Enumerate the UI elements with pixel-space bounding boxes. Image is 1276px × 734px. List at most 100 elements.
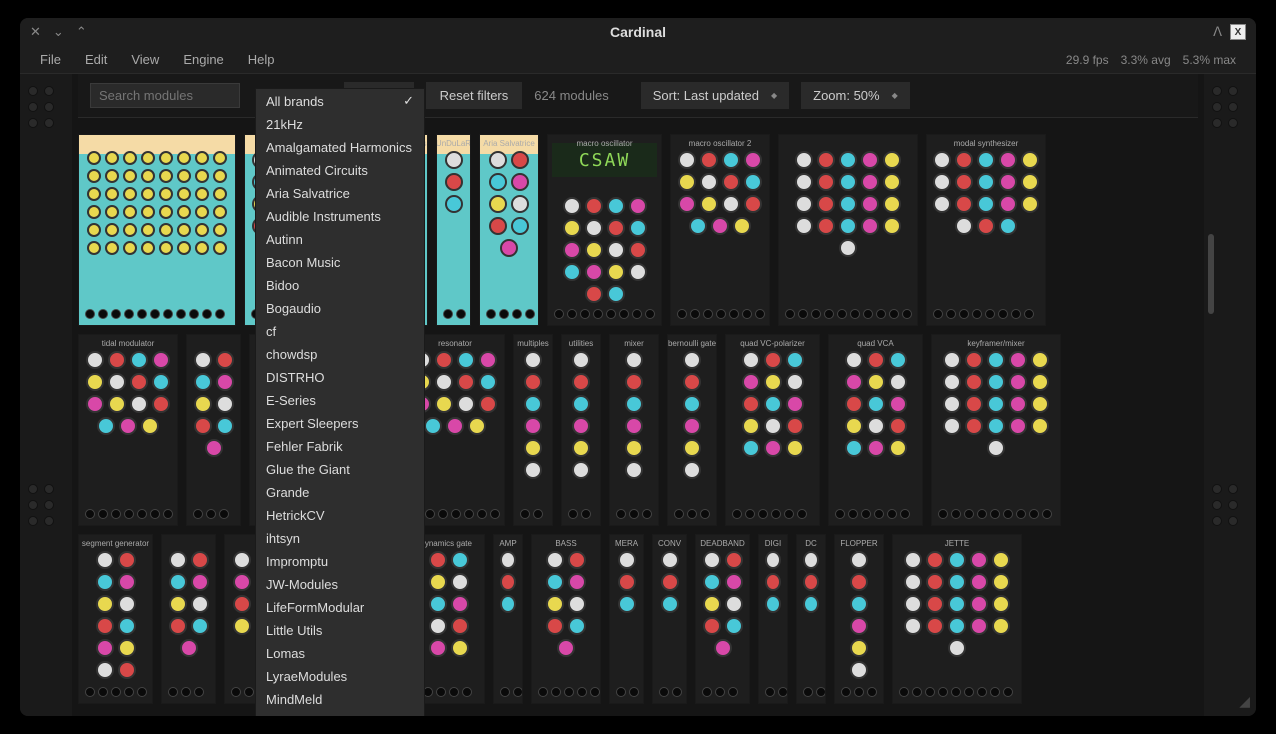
modules-grid: PokiesGrabbyRotatoesUnDuLaRAria Salvatri… (20, 122, 1256, 716)
performance-stats: 29.9 fps 3.3% avg 5.3% max (1066, 53, 1236, 67)
brand-option[interactable]: Grande (256, 481, 424, 504)
menu-view[interactable]: View (131, 52, 159, 67)
brand-option[interactable]: cf (256, 320, 424, 343)
brand-dropdown-menu: All brands21kHzAmalgamated HarmonicsAnim… (255, 88, 425, 716)
brand-option[interactable]: 21kHz (256, 113, 424, 136)
brand-option[interactable]: Little Utils (256, 619, 424, 642)
search-input[interactable] (90, 83, 240, 108)
brand-option[interactable]: JW-Modules (256, 573, 424, 596)
module-card[interactable]: MERA (609, 534, 644, 704)
brand-option[interactable]: Bogaudio (256, 297, 424, 320)
module-card[interactable]: UnDuLaR (436, 134, 471, 326)
brand-option[interactable]: chowdsp (256, 343, 424, 366)
module-label: DEADBAND (700, 539, 744, 548)
brand-option[interactable]: Audible Instruments (256, 205, 424, 228)
menu-help[interactable]: Help (248, 52, 275, 67)
titlebar: ✕ ⌄ ⌃ Cardinal ᐱ X (20, 18, 1256, 46)
module-card[interactable]: utilities (561, 334, 601, 526)
module-count: 624 modules (534, 88, 608, 103)
module-card[interactable] (186, 334, 241, 526)
module-label: quad VCA (857, 339, 893, 348)
vertical-scrollbar[interactable] (1208, 234, 1214, 314)
brand-option[interactable]: Bacon Music (256, 251, 424, 274)
module-card[interactable]: quad VC-polarizer (725, 334, 820, 526)
brand-option[interactable]: E-Series (256, 389, 424, 412)
brand-option[interactable]: All brands (256, 89, 424, 113)
oscillator-display: CSAW (579, 150, 630, 171)
module-card[interactable]: Aria Salvatrice (479, 134, 539, 326)
module-label: AMP (499, 539, 516, 548)
module-card[interactable]: AMP (493, 534, 523, 704)
browser-toolbar: Tags Reset filters 624 modules Sort: Las… (78, 74, 1198, 118)
module-label: CONV (658, 539, 681, 548)
window-chevrons-icon[interactable]: ᐱ (1213, 24, 1222, 40)
brand-option[interactable]: Animated Circuits (256, 159, 424, 182)
window-maximize-icon[interactable]: ⌃ (76, 24, 87, 40)
resize-grip-icon[interactable]: ◢ (1239, 693, 1250, 710)
xorg-icon[interactable]: X (1230, 24, 1246, 40)
module-label: quad VC-polarizer (740, 339, 804, 348)
module-label: FLOPPER (840, 539, 877, 548)
module-label: BASS (555, 539, 576, 548)
brand-option[interactable]: Impromptu (256, 550, 424, 573)
window-minimize-icon[interactable]: ⌄ (53, 24, 64, 40)
brand-option[interactable]: Glue the Giant (256, 458, 424, 481)
module-card[interactable] (161, 534, 216, 704)
module-card[interactable]: tidal modulator (78, 334, 178, 526)
module-label: Aria Salvatrice (483, 139, 535, 148)
brand-option[interactable]: Expert Sleepers (256, 412, 424, 435)
module-card[interactable] (778, 134, 918, 326)
module-card[interactable]: bernoulli gate (667, 334, 717, 526)
brand-option[interactable]: Amalgamated Harmonics (256, 136, 424, 159)
module-label: modal synthesizer (954, 139, 1018, 148)
window-close-icon[interactable]: ✕ (30, 24, 41, 40)
sort-dropdown[interactable]: Sort: Last updated (641, 82, 789, 109)
module-card[interactable]: multiples (513, 334, 553, 526)
max-stat: 5.3% max (1183, 53, 1236, 67)
module-card[interactable]: DIGI (758, 534, 788, 704)
content-area: Tags Reset filters 624 modules Sort: Las… (20, 74, 1256, 716)
brand-option[interactable]: LifeFormModular (256, 596, 424, 619)
module-card[interactable]: macro oscillator CSAW (547, 134, 662, 326)
brand-option[interactable]: Mog (256, 711, 424, 716)
module-card[interactable]: macro oscillator 2 (670, 134, 770, 326)
module-label: keyframer/mixer (967, 339, 1024, 348)
module-card[interactable]: mixer (609, 334, 659, 526)
module-card[interactable]: DC (796, 534, 826, 704)
module-card[interactable]: quad VCA (828, 334, 923, 526)
main-window: ✕ ⌄ ⌃ Cardinal ᐱ X File Edit View Engine… (20, 18, 1256, 716)
menu-file[interactable]: File (40, 52, 61, 67)
brand-option[interactable]: ihtsyn (256, 527, 424, 550)
module-label: macro oscillator (576, 139, 632, 148)
module-label: DC (805, 539, 817, 548)
brand-option[interactable]: Fehler Fabrik (256, 435, 424, 458)
module-label: UnDuLaR (436, 139, 471, 148)
brand-option[interactable]: Aria Salvatrice (256, 182, 424, 205)
module-label: bernoulli gate (668, 339, 716, 348)
module-card[interactable]: JETTE (892, 534, 1022, 704)
brand-option[interactable]: MindMeld (256, 688, 424, 711)
module-card[interactable]: segment generator (78, 534, 153, 704)
brand-option[interactable]: HetrickCV (256, 504, 424, 527)
module-card[interactable]: keyframer/mixer (931, 334, 1061, 526)
module-card[interactable]: DEADBAND (695, 534, 750, 704)
module-label: macro oscillator 2 (689, 139, 752, 148)
module-label: DIGI (765, 539, 781, 548)
brand-option[interactable]: Bidoo (256, 274, 424, 297)
brand-option[interactable]: Lomas (256, 642, 424, 665)
module-card[interactable]: modal synthesizer (926, 134, 1046, 326)
module-label: tidal modulator (102, 339, 154, 348)
module-card[interactable]: BASS (531, 534, 601, 704)
module-card[interactable]: CONV (652, 534, 687, 704)
window-title: Cardinal (610, 24, 666, 40)
menu-engine[interactable]: Engine (183, 52, 223, 67)
brand-option[interactable]: LyraeModules (256, 665, 424, 688)
menu-edit[interactable]: Edit (85, 52, 107, 67)
module-card[interactable]: FLOPPER (834, 534, 884, 704)
module-card[interactable] (78, 134, 236, 326)
reset-filters-button[interactable]: Reset filters (426, 82, 523, 109)
zoom-dropdown[interactable]: Zoom: 50% (801, 82, 910, 109)
module-label: mixer (624, 339, 644, 348)
brand-option[interactable]: DISTRHO (256, 366, 424, 389)
brand-option[interactable]: Autinn (256, 228, 424, 251)
